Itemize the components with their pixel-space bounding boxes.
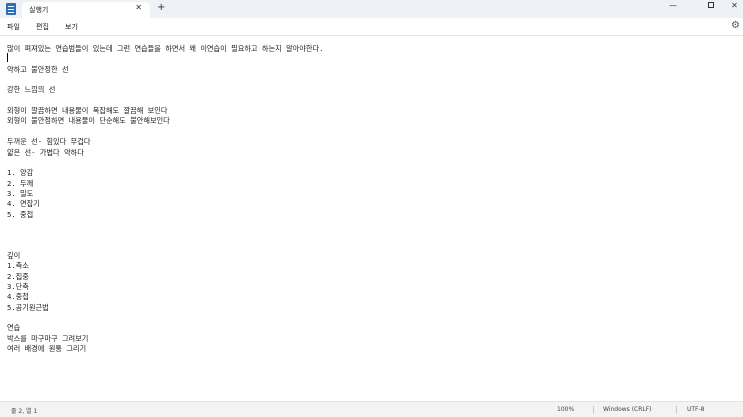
zoom-level[interactable]: 100% <box>557 406 574 413</box>
text-line: 연습 <box>7 323 21 333</box>
text-line: 5. 중첩 <box>7 209 34 219</box>
cursor-position: 줄 2, 열 1 <box>11 408 38 415</box>
status-divider <box>676 406 677 414</box>
status-bar: 줄 2, 열 1 100% Windows (CRLF) UTF-8 <box>0 401 743 417</box>
tab-title: 실행기 <box>29 6 49 14</box>
gear-icon[interactable]: ⚙ <box>731 20 740 31</box>
tab-document[interactable]: 실행기 ✕ <box>22 2 150 18</box>
status-divider <box>593 406 594 414</box>
maximize-button[interactable] <box>698 0 724 18</box>
text-line: 2.집중 <box>7 271 29 281</box>
text-line: 많이 펴져있는 연습범들이 있는데 그런 연습들을 하면서 왜 이연습이 필요하… <box>7 44 324 53</box>
text-line: 1. 양감 <box>7 168 34 178</box>
text-line: 여러 배경에 원통 그리기 <box>7 344 87 354</box>
text-line: 3.단축 <box>7 282 29 292</box>
text-line: 깊이 <box>7 251 21 260</box>
text-line: 2. 두께 <box>7 178 34 188</box>
text-line: 5.공기원근법 <box>7 302 49 312</box>
text-caret <box>7 53 8 62</box>
notepad-icon <box>6 3 16 15</box>
menu-view[interactable]: 보기 <box>65 22 78 32</box>
text-line: 1.축소 <box>7 261 29 271</box>
minimize-button[interactable]: — <box>660 0 686 18</box>
menu-bar: 파일 편집 보기 ⚙ <box>0 18 743 36</box>
new-tab-button[interactable]: + <box>157 2 165 14</box>
text-line: 약하고 불안정한 선 <box>7 64 69 74</box>
text-line: 강한 느낌의 선 <box>7 85 56 95</box>
line-ending[interactable]: Windows (CRLF) <box>603 406 652 413</box>
text-line: 4.중첩 <box>7 292 29 302</box>
text-line: 외형이 불안정하면 내용물이 단순해도 불안해보인다 <box>7 116 170 126</box>
menu-edit[interactable]: 편집 <box>36 22 49 32</box>
text-editor[interactable]: 많이 펴져있는 연습범들이 있는데 그런 연습들을 하면서 왜 이연습이 필요하… <box>0 36 743 401</box>
text-line: 박스를 마구마구 그려보기 <box>7 333 89 343</box>
text-line: 4. 면잡기 <box>7 199 40 209</box>
text-line: 외형이 깔끔하면 내용물이 복잡해도 깔끔해 보인다 <box>7 106 168 116</box>
maximize-icon <box>708 2 714 8</box>
text-line: 두꺼운 선- 힘있다 무겁다 <box>7 137 91 147</box>
title-bar: 실행기 ✕ + — ✕ <box>0 0 743 18</box>
tab-close-icon[interactable]: ✕ <box>135 3 142 12</box>
text-line: 3. 밀도 <box>7 188 34 198</box>
close-window-button[interactable]: ✕ <box>726 0 743 18</box>
encoding[interactable]: UTF-8 <box>687 406 705 413</box>
menu-file[interactable]: 파일 <box>7 22 20 32</box>
text-line: 얇은 선- 가볍다 약하다 <box>7 147 84 157</box>
